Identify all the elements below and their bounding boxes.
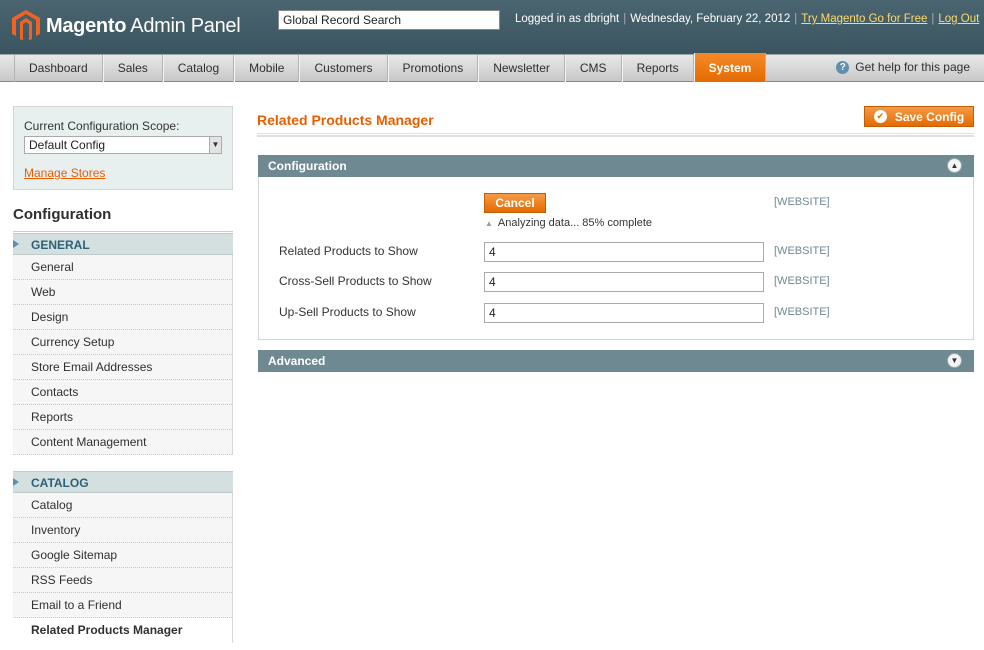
- expand-triangle-icon: [13, 478, 19, 486]
- progress-status-text: Analyzing data... 85% complete: [497, 217, 653, 229]
- related-products-input[interactable]: [484, 242, 764, 262]
- chevron-down-icon: ▼: [209, 137, 221, 153]
- divider: [257, 133, 974, 137]
- sidebar-group-catalog[interactable]: CATALOG: [13, 471, 233, 493]
- cross-sell-products-label: Cross-Sell Products to Show: [279, 274, 432, 288]
- sidebar-list-general: General Web Design Currency Setup Store …: [13, 255, 233, 455]
- global-search-input[interactable]: [278, 10, 500, 30]
- sidebar-item-web[interactable]: Web: [13, 280, 232, 305]
- logo-text: Magento Admin Panel: [46, 14, 241, 37]
- logged-in-text: Logged in as dbright: [515, 13, 620, 25]
- save-config-button[interactable]: ✔ Save Config: [864, 106, 974, 127]
- nav-catalog[interactable]: Catalog: [162, 55, 235, 82]
- sidebar-group-label: GENERAL: [31, 238, 90, 252]
- sidebar-item-currency-setup[interactable]: Currency Setup: [13, 330, 232, 355]
- logout-link[interactable]: Log Out: [938, 13, 979, 25]
- magento-logo-icon: [12, 10, 40, 41]
- expand-down-icon[interactable]: ▼: [947, 353, 962, 368]
- scope-label: Current Configuration Scope:: [24, 119, 180, 133]
- save-config-label: Save Config: [894, 109, 965, 124]
- header-links: Logged in as dbright | Wednesday, February…: [515, 13, 980, 25]
- scope-tag: [WEBSITE]: [774, 275, 830, 287]
- date-text: Wednesday, February 22, 2012: [630, 13, 791, 25]
- sidebar-item-store-email-addresses[interactable]: Store Email Addresses: [13, 355, 232, 380]
- sidebar-item-content-management[interactable]: Content Management: [13, 430, 232, 455]
- scope-switcher: Current Configuration Scope: Default Con…: [13, 106, 233, 190]
- section-title: Advanced: [268, 354, 326, 368]
- sidebar-item-rss-feeds[interactable]: RSS Feeds: [13, 568, 232, 593]
- nav-customers[interactable]: Customers: [299, 55, 388, 82]
- scope-tag: [WEBSITE]: [774, 306, 830, 318]
- help-icon: ?: [836, 60, 850, 74]
- manage-stores-link[interactable]: Manage Stores: [24, 166, 105, 180]
- progress-status: ▲ Analyzing data... 85% complete: [485, 217, 652, 229]
- page-title: Related Products Manager: [257, 112, 434, 128]
- checkmark-icon: ✔: [873, 110, 887, 123]
- scope-tag: [WEBSITE]: [774, 196, 830, 208]
- sidebar-group-label: CATALOG: [31, 476, 89, 490]
- admin-header: Magento Admin Panel Logged in as dbright…: [0, 0, 984, 54]
- nav-promotions[interactable]: Promotions: [387, 55, 479, 82]
- sidebar-item-general[interactable]: General: [13, 255, 232, 280]
- up-sell-products-input[interactable]: [484, 303, 764, 323]
- cancel-button[interactable]: Cancel: [484, 193, 546, 213]
- cross-sell-products-input[interactable]: [484, 272, 764, 292]
- advanced-section-header[interactable]: Advanced ▼: [258, 350, 974, 372]
- sidebar-item-related-products-manager[interactable]: Related Products Manager: [13, 618, 232, 643]
- scope-tag: [WEBSITE]: [774, 245, 830, 257]
- sidebar-list-catalog: Catalog Inventory Google Sitemap RSS Fee…: [13, 493, 233, 643]
- help-link[interactable]: ? Get help for this page: [836, 60, 970, 74]
- section-title: Configuration: [268, 159, 347, 173]
- nav-newsletter[interactable]: Newsletter: [478, 55, 565, 82]
- nav-mobile[interactable]: Mobile: [234, 55, 300, 82]
- triangle-up-icon: ▲: [485, 219, 493, 228]
- try-magento-link[interactable]: Try Magento Go for Free: [801, 13, 927, 25]
- nav-sales[interactable]: Sales: [102, 55, 163, 82]
- expand-triangle-icon: [13, 240, 19, 248]
- divider: [13, 231, 233, 232]
- scope-select[interactable]: Default Config ▼: [24, 136, 222, 154]
- collapse-up-icon[interactable]: ▲: [947, 158, 962, 173]
- sidebar-item-reports[interactable]: Reports: [13, 405, 232, 430]
- sidebar-item-inventory[interactable]: Inventory: [13, 518, 232, 543]
- sidebar-title: Configuration: [13, 206, 112, 223]
- nav-reports[interactable]: Reports: [621, 55, 694, 82]
- nav-cms[interactable]: CMS: [564, 55, 622, 82]
- sidebar-item-contacts[interactable]: Contacts: [13, 380, 232, 405]
- sidebar-item-email-to-a-friend[interactable]: Email to a Friend: [13, 593, 232, 618]
- nav-dashboard[interactable]: Dashboard: [14, 55, 103, 82]
- magento-logo[interactable]: Magento Admin Panel: [12, 9, 241, 43]
- scope-value: Default Config: [29, 138, 106, 152]
- sidebar-item-catalog[interactable]: Catalog: [13, 493, 232, 518]
- related-products-label: Related Products to Show: [279, 244, 418, 258]
- sidebar-group-general[interactable]: GENERAL: [13, 233, 233, 255]
- sidebar-item-design[interactable]: Design: [13, 305, 232, 330]
- nav-system[interactable]: System: [693, 53, 767, 82]
- configuration-section-header[interactable]: Configuration ▲: [258, 155, 974, 177]
- help-label: Get help for this page: [855, 60, 970, 74]
- sidebar-item-google-sitemap[interactable]: Google Sitemap: [13, 543, 232, 568]
- main-nav: Dashboard Sales Catalog Mobile Customers…: [0, 53, 984, 82]
- up-sell-products-label: Up-Sell Products to Show: [279, 305, 416, 319]
